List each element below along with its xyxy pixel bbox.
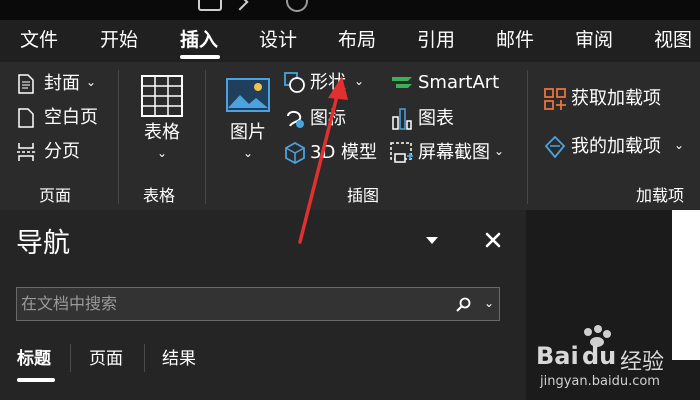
group-label-pages: 页面 bbox=[39, 186, 72, 205]
addins-store-icon bbox=[544, 88, 566, 110]
blank-page-button[interactable]: 空白页 bbox=[14, 106, 104, 130]
page-break-button[interactable]: 分页 bbox=[14, 140, 104, 164]
chevron-down-icon: ⌄ bbox=[157, 146, 168, 160]
chart-button[interactable]: 图表 bbox=[388, 106, 468, 132]
table-label: 表格 bbox=[144, 122, 180, 143]
tab-review[interactable]: 审阅 bbox=[575, 29, 613, 51]
search-placeholder: 在文档中搜索 bbox=[21, 294, 118, 313]
tab-file[interactable]: 文件 bbox=[20, 29, 58, 51]
title-bar bbox=[0, 0, 700, 20]
paw-letter-icon: du bbox=[582, 342, 617, 370]
blank-page-label: 空白页 bbox=[44, 107, 98, 128]
nav-tab-pages[interactable]: 页面 bbox=[89, 348, 123, 370]
circle-icon[interactable] bbox=[286, 0, 308, 12]
group-label-addins: 加载项 bbox=[636, 186, 685, 205]
search-icon[interactable] bbox=[456, 297, 472, 313]
group-divider bbox=[118, 70, 119, 204]
get-addins-label: 获取加载项 bbox=[571, 88, 661, 109]
pictures-label: 图片 bbox=[230, 122, 266, 143]
screenshot-icon bbox=[390, 142, 413, 163]
smartart-icon bbox=[392, 77, 412, 88]
watermark-url: jingyan.baidu.com bbox=[540, 374, 660, 389]
cover-page-button[interactable]: 封面 ⌄ bbox=[14, 72, 104, 96]
puzzle-icon bbox=[544, 136, 566, 158]
tab-home[interactable]: 开始 bbox=[100, 29, 138, 51]
group-divider bbox=[205, 70, 206, 204]
my-addins-button[interactable]: 我的加载项 ⌄ bbox=[542, 134, 692, 160]
screenshot-button[interactable]: 屏幕截图 ⌄ bbox=[388, 140, 512, 166]
chevron-down-icon: ⌄ bbox=[86, 75, 97, 89]
cover-page-icon bbox=[18, 74, 34, 94]
chart-label: 图表 bbox=[418, 108, 454, 129]
nav-title: 导航 bbox=[16, 228, 70, 259]
chevron-down-icon: ⌄ bbox=[674, 138, 685, 152]
tab-layout[interactable]: 布局 bbox=[338, 29, 376, 51]
screenshot-label: 屏幕截图 bbox=[418, 142, 490, 163]
get-addins-button[interactable]: 获取加载项 bbox=[542, 86, 672, 112]
chevron-down-icon: ⌄ bbox=[494, 144, 505, 158]
table-button[interactable]: 表格 ⌄ bbox=[132, 70, 192, 170]
chart-icon bbox=[392, 108, 412, 130]
chevron-down-icon: ⌄ bbox=[243, 146, 254, 160]
tab-insert[interactable]: 插入 bbox=[180, 29, 218, 51]
document-icon bbox=[198, 0, 222, 11]
pictures-button[interactable]: 图片 ⌄ bbox=[222, 76, 278, 172]
group-divider bbox=[527, 70, 528, 204]
close-icon[interactable] bbox=[485, 232, 501, 248]
tab-view[interactable]: 视图 bbox=[654, 29, 692, 51]
nav-tab-headings[interactable]: 标题 bbox=[17, 348, 51, 370]
tab-design[interactable]: 设计 bbox=[259, 29, 297, 51]
chevron-down-icon[interactable]: ⌄ bbox=[484, 296, 494, 310]
blank-page-icon bbox=[18, 108, 34, 128]
nav-tab-divider bbox=[70, 344, 71, 372]
ribbon-tabs: 文件 开始 插入 设计 布局 引用 邮件 审阅 视图 bbox=[0, 20, 700, 62]
nav-tab-divider bbox=[144, 344, 145, 372]
tab-references[interactable]: 引用 bbox=[417, 29, 455, 51]
my-addins-label: 我的加载项 bbox=[571, 136, 661, 157]
smartart-label: SmartArt bbox=[418, 72, 500, 93]
group-label-tables: 表格 bbox=[143, 186, 176, 205]
search-input[interactable]: 在文档中搜索 ⌄ bbox=[16, 287, 500, 321]
table-icon bbox=[141, 75, 183, 117]
redo-icon[interactable] bbox=[231, 0, 249, 11]
watermark-brand-2: 经验 bbox=[620, 350, 665, 375]
tab-mailings[interactable]: 邮件 bbox=[496, 29, 534, 51]
smartart-button[interactable]: SmartArt bbox=[388, 70, 500, 96]
nav-tab-indicator bbox=[17, 378, 55, 382]
page-break-label: 分页 bbox=[44, 141, 80, 162]
watermark: Bai du 经验 jingyan.baidu.com bbox=[536, 324, 696, 396]
page-break-icon bbox=[17, 143, 35, 161]
watermark-brand: Bai bbox=[536, 342, 579, 370]
picture-icon bbox=[226, 78, 270, 112]
nav-tab-results[interactable]: 结果 bbox=[162, 348, 196, 370]
active-tab-indicator bbox=[180, 55, 220, 59]
cover-page-label: 封面 bbox=[44, 73, 80, 94]
caret-down-icon[interactable] bbox=[425, 236, 439, 246]
annotation-arrow bbox=[298, 76, 348, 244]
